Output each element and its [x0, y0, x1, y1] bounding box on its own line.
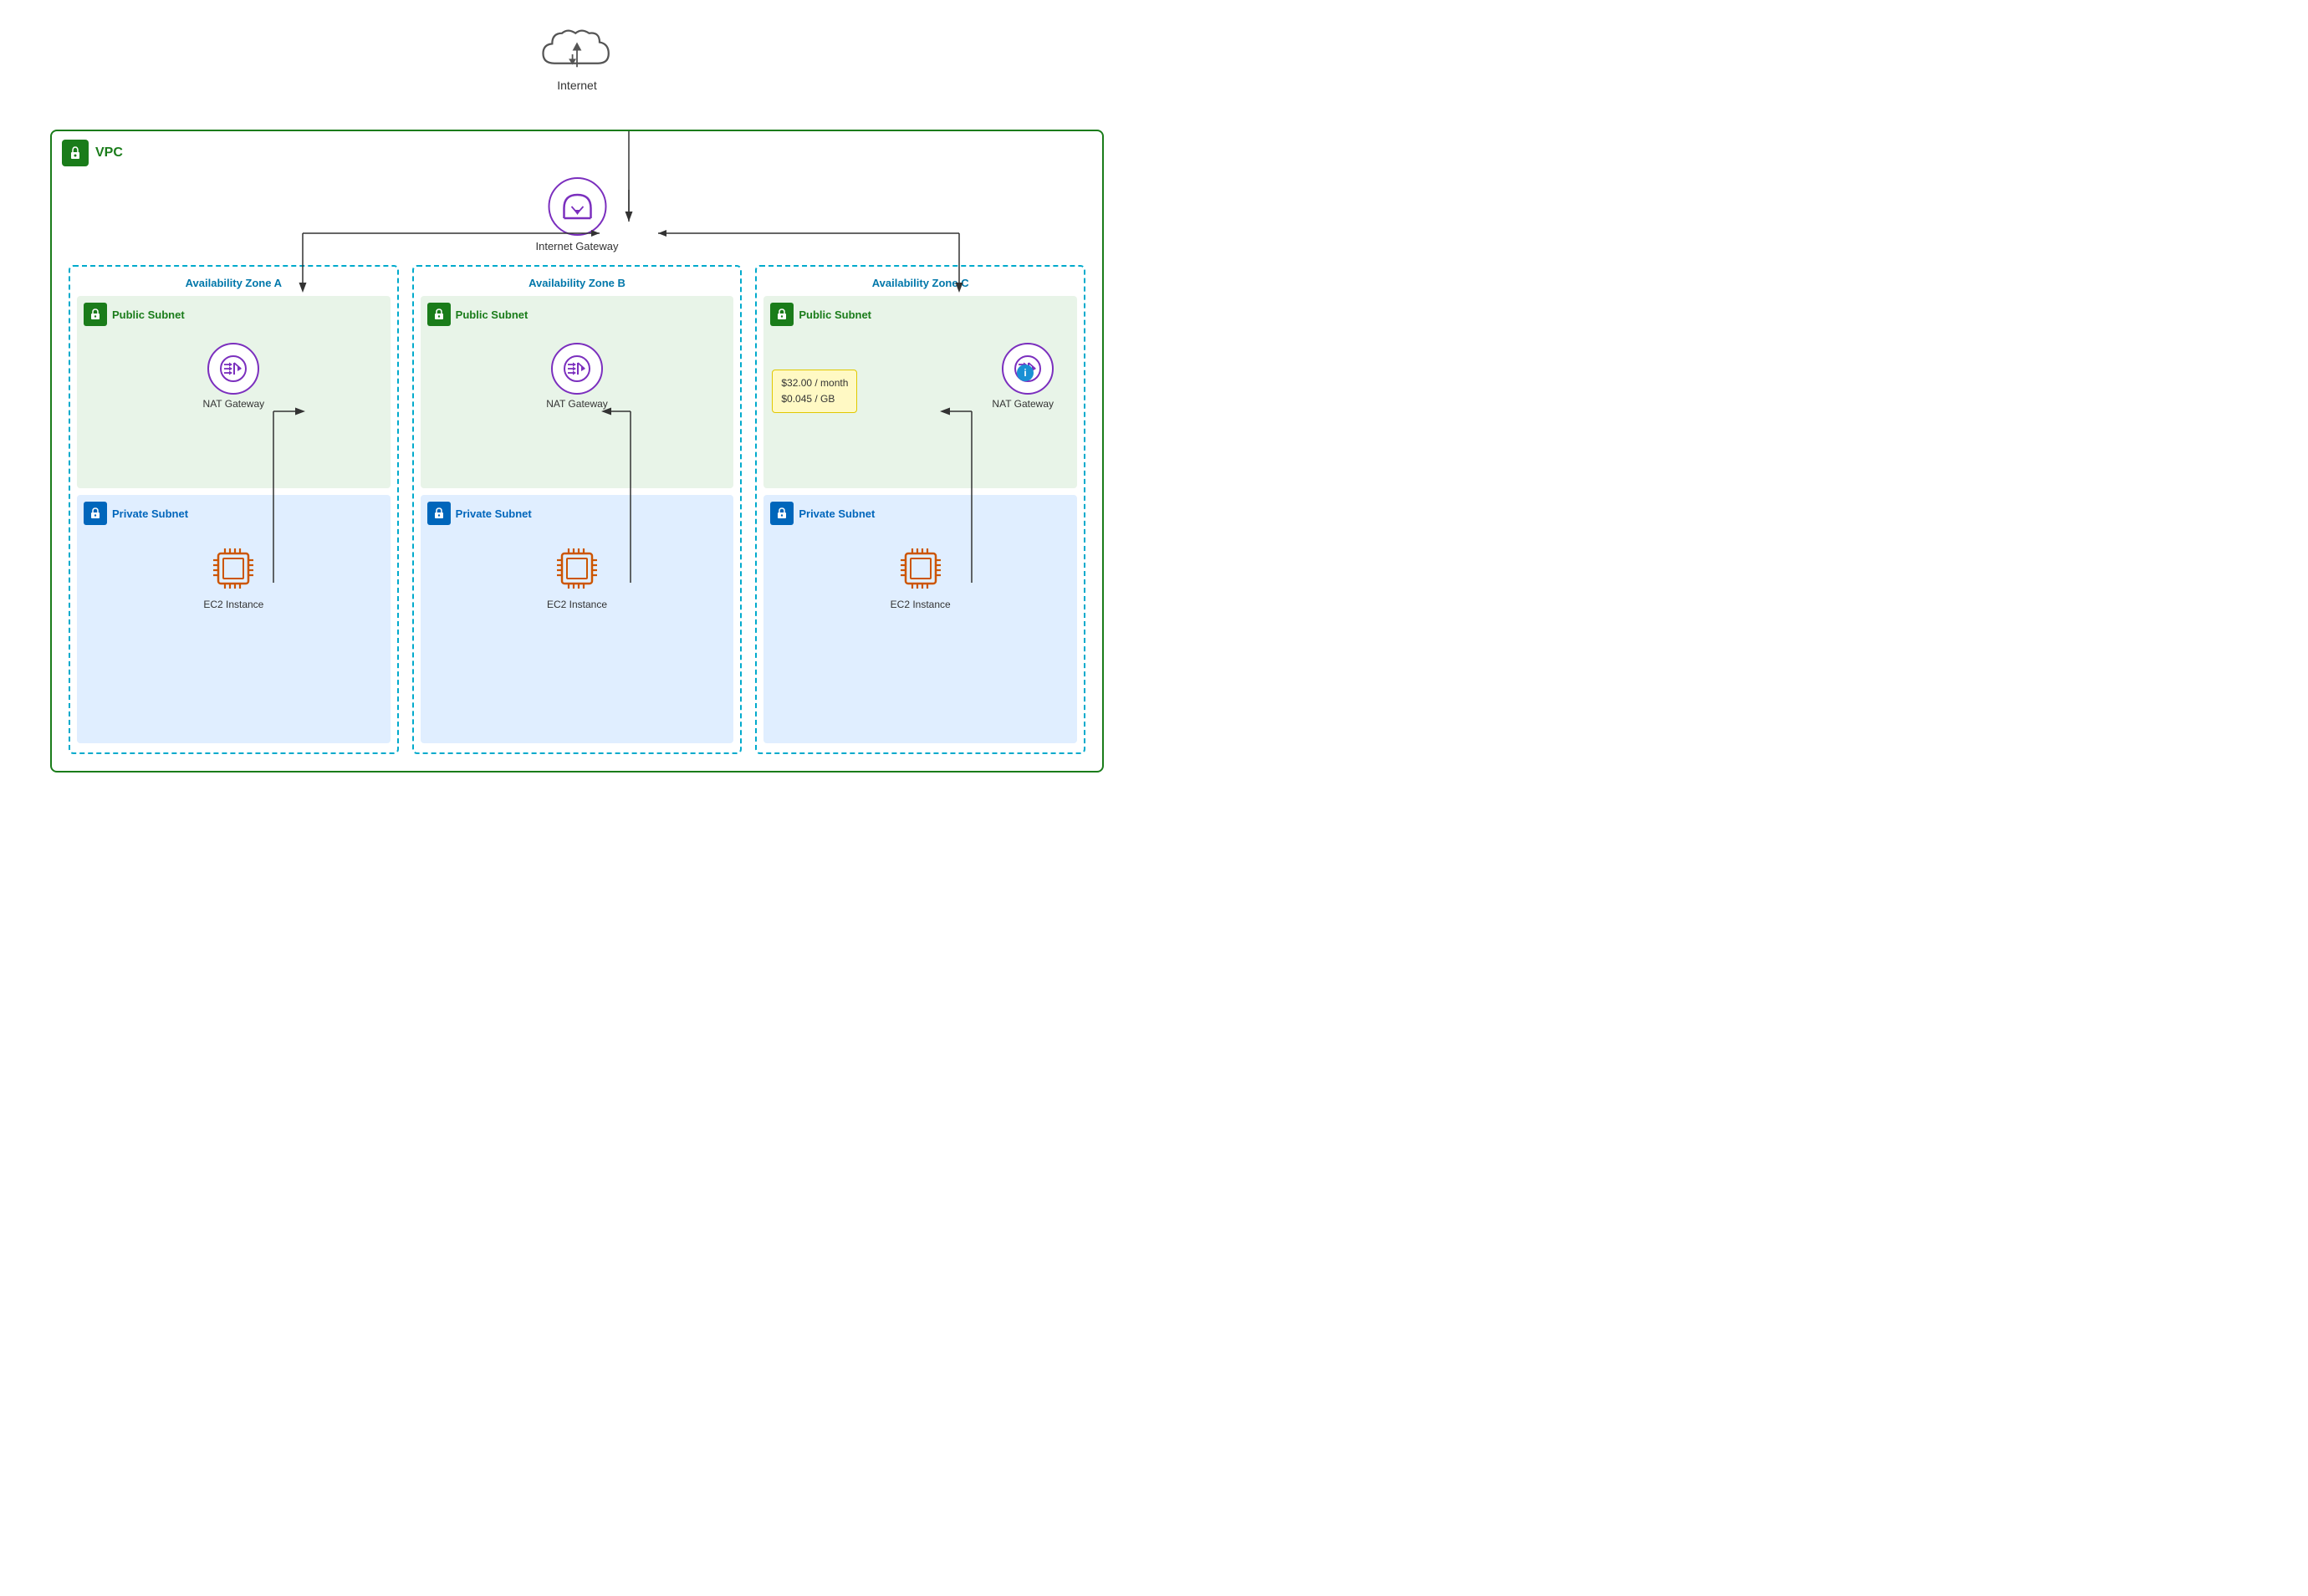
az-a-private-label: Private Subnet: [112, 507, 188, 520]
az-c-ec2-container: EC2 Instance: [770, 542, 1070, 610]
az-c-private-label: Private Subnet: [799, 507, 875, 520]
az-c-box: Availability Zone C P: [755, 265, 1085, 754]
az-a-title: Availability Zone A: [77, 277, 391, 289]
az-a-box: Availability Zone A P: [69, 265, 399, 754]
igw-section: Internet Gateway: [536, 177, 619, 252]
igw-icon: [548, 177, 606, 236]
az-b-title: Availability Zone B: [421, 277, 734, 289]
vpc-label-area: VPC: [62, 140, 123, 166]
az-b-ec2-icon: [550, 542, 604, 595]
az-c-title: Availability Zone C: [763, 277, 1077, 289]
az-b-inner: Public Subnet: [421, 296, 734, 743]
az-c-private-subnet: Private Subnet: [763, 495, 1077, 743]
igw-label: Internet Gateway: [536, 240, 619, 252]
az-c-public-label-row: Public Subnet: [770, 303, 1070, 326]
az-c-private-label-row: Private Subnet: [770, 502, 1070, 525]
az-a-private-label-row: Private Subnet: [84, 502, 384, 525]
az-c-nat-label: NAT Gateway: [992, 398, 1054, 410]
az-a-public-label: Public Subnet: [112, 308, 185, 321]
az-b-public-subnet: Public Subnet: [421, 296, 734, 488]
az-c-public-lock-icon: [770, 303, 794, 326]
az-b-private-subnet: Private Subnet: [421, 495, 734, 743]
az-b-public-label-row: Public Subnet: [427, 303, 728, 326]
az-a-ec2-icon: [207, 542, 260, 595]
az-a-private-lock-icon: [84, 502, 107, 525]
diagram-container: Internet VPC: [0, 0, 1154, 798]
vpc-lock-icon: [62, 140, 89, 166]
cost-tooltip: $32.00 / month $0.045 / GB: [772, 370, 857, 413]
az-c-public-label: Public Subnet: [799, 308, 871, 321]
az-b-nat-icon: [551, 343, 603, 395]
internet-section: Internet: [539, 25, 615, 92]
cloud-icon: [539, 25, 615, 75]
az-a-inner: Public Subnet: [77, 296, 391, 743]
az-a-ec2-label: EC2 Instance: [203, 599, 263, 610]
az-row: Availability Zone A P: [69, 265, 1085, 754]
az-b-ec2-container: EC2 Instance: [427, 542, 728, 610]
az-b-private-lock-icon: [427, 502, 451, 525]
az-a-public-label-row: Public Subnet: [84, 303, 384, 326]
az-b-box: Availability Zone B P: [412, 265, 743, 754]
az-a-ec2-container: EC2 Instance: [84, 542, 384, 610]
az-b-public-lock-icon: [427, 303, 451, 326]
vpc-label: VPC: [95, 145, 123, 161]
az-a-private-subnet: Private Subnet: [77, 495, 391, 743]
cost-line1: $32.00 / month: [781, 375, 848, 391]
az-b-public-label: Public Subnet: [456, 308, 528, 321]
vpc-box: VPC Internet Gateway Availabil: [50, 130, 1104, 773]
az-a-public-subnet: Public Subnet: [77, 296, 391, 488]
az-a-nat-icon: [207, 343, 259, 395]
az-b-ec2-label: EC2 Instance: [547, 599, 607, 610]
az-b-nat-container: NAT Gateway: [427, 343, 728, 410]
info-badge: i: [1017, 365, 1034, 381]
az-b-private-label-row: Private Subnet: [427, 502, 728, 525]
az-c-private-lock-icon: [770, 502, 794, 525]
az-a-public-lock-icon: [84, 303, 107, 326]
az-a-nat-label: NAT Gateway: [203, 398, 265, 410]
cost-line2: $0.045 / GB: [781, 391, 848, 407]
az-c-ec2-label: EC2 Instance: [891, 599, 951, 610]
az-b-private-label: Private Subnet: [456, 507, 532, 520]
az-c-inner: Public Subnet $32.00 / month $0.045 / GB…: [763, 296, 1077, 743]
az-c-public-subnet: Public Subnet $32.00 / month $0.045 / GB…: [763, 296, 1077, 488]
az-a-nat-container: NAT Gateway: [84, 343, 384, 410]
az-b-nat-label: NAT Gateway: [546, 398, 608, 410]
internet-label: Internet: [557, 79, 596, 92]
az-c-ec2-icon: [894, 542, 947, 595]
